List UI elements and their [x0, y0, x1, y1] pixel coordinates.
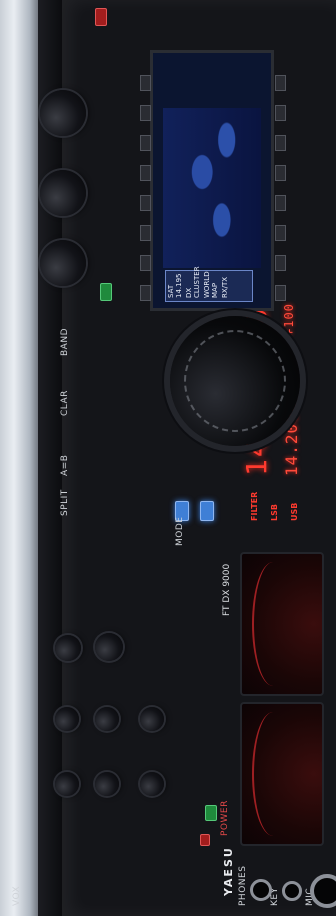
lcd-softkey[interactable]: [140, 105, 151, 121]
red-indicator: [95, 8, 107, 26]
screen-side-panel: SAT 14.195 DX CLUSTER WORLD MAP RX/TX: [165, 266, 253, 302]
power-button[interactable]: [205, 805, 217, 821]
phones-jack[interactable]: [250, 879, 272, 901]
shift-knob[interactable]: [55, 635, 81, 661]
power-label: POWER: [220, 800, 230, 836]
tft-display: SAT 14.195 DX CLUSTER WORLD MAP RX/TX: [150, 50, 274, 311]
lcd-softkey[interactable]: [140, 255, 151, 271]
photo-background: YAESU FT DX 9000 FILTER LSB USB 14.195.0…: [0, 0, 336, 916]
lcd-softkey[interactable]: [140, 75, 151, 91]
filter-tag: FILTER: [250, 491, 259, 521]
split-label: SPLIT: [60, 489, 70, 516]
drive-knob[interactable]: [140, 707, 164, 731]
meter-scale: [252, 562, 294, 686]
meter-scale: [252, 712, 294, 836]
s-meter-main: [240, 702, 324, 846]
power-led: [200, 834, 210, 846]
mode-button-blue-2[interactable]: [200, 501, 214, 521]
lcd-softkey[interactable]: [275, 165, 286, 181]
lcd-softkey[interactable]: [275, 195, 286, 211]
usb-tag: USB: [290, 502, 299, 521]
band-label: BAND: [60, 328, 70, 356]
lcd-softkey[interactable]: [275, 285, 286, 301]
radio-rotated-panel: YAESU FT DX 9000 FILTER LSB USB 14.195.0…: [0, 0, 336, 916]
keyer-knob[interactable]: [95, 772, 119, 796]
sub-vfo-knob[interactable]: [40, 90, 86, 136]
af-gain-knob[interactable]: [40, 240, 86, 286]
lsb-tag: LSB: [270, 504, 279, 521]
brand-logo: YAESU: [222, 846, 235, 896]
lcd-softkey[interactable]: [140, 195, 151, 211]
world-map: [163, 108, 261, 268]
lcd-softkey[interactable]: [275, 135, 286, 151]
lcd-softkey[interactable]: [275, 75, 286, 91]
key-jack[interactable]: [282, 881, 302, 901]
pitch-knob[interactable]: [55, 772, 79, 796]
lcd-softkey[interactable]: [275, 105, 286, 121]
mic-connector[interactable]: [310, 874, 336, 908]
lcd-softkey[interactable]: [140, 225, 151, 241]
screen-row-4: RX/TX: [221, 276, 229, 298]
clar-label: CLAR: [60, 390, 70, 416]
model-label: FT DX 9000: [222, 563, 232, 616]
main-tuning-dial[interactable]: [170, 316, 300, 446]
sub-offset-display: +100: [282, 303, 296, 336]
ab-label: A=B: [60, 454, 70, 476]
clar-knob[interactable]: [95, 633, 123, 661]
rf-gain-knob[interactable]: [40, 170, 86, 216]
s-meter-sub: [240, 552, 324, 696]
lcd-softkey[interactable]: [140, 165, 151, 181]
lcd-softkey[interactable]: [275, 225, 286, 241]
screen-row-2: DX CLUSTER: [185, 266, 201, 298]
lcd-softkey[interactable]: [140, 285, 151, 301]
screen-row-1: SAT 14.195: [167, 273, 183, 299]
lcd-softkey[interactable]: [275, 255, 286, 271]
screen-row-3: WORLD MAP: [203, 271, 219, 298]
phones-label: PHONES: [238, 865, 248, 906]
dial-tick-ring: [184, 330, 286, 432]
vox-knob[interactable]: [55, 707, 79, 731]
lcd-softkey[interactable]: [140, 135, 151, 151]
mic-gain-knob[interactable]: [95, 707, 119, 731]
vox-label: VOX: [12, 885, 22, 906]
monitor-knob[interactable]: [140, 772, 164, 796]
green-button[interactable]: [100, 283, 112, 301]
mode-label: MODE: [175, 516, 185, 546]
